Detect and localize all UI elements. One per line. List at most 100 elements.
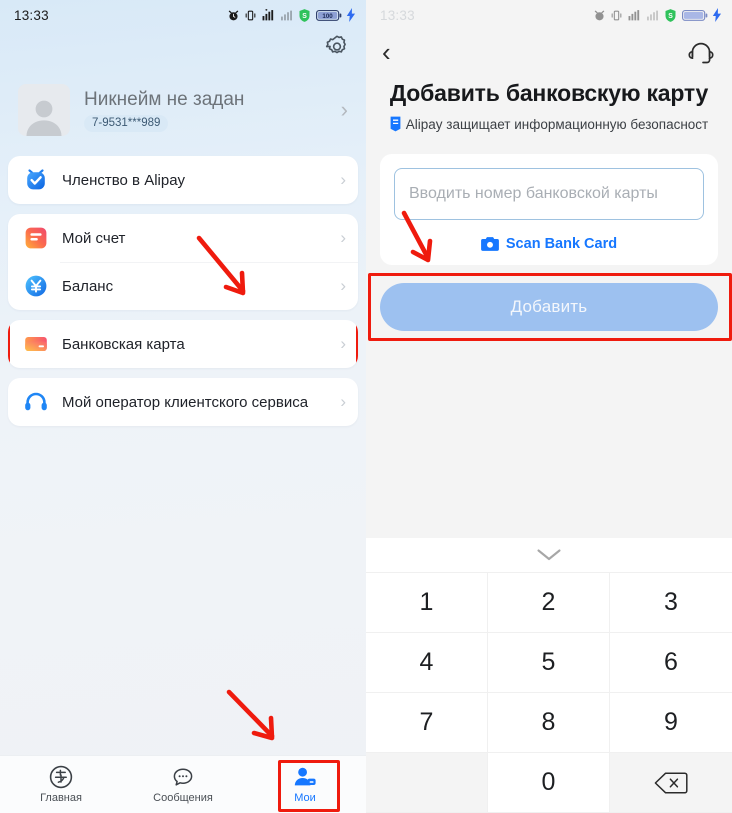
key-4[interactable]: 4 [366, 633, 488, 693]
keypad-collapse-button[interactable] [366, 538, 732, 573]
headset-support-icon [22, 388, 50, 416]
tab-messages[interactable]: Сообщения [122, 756, 244, 813]
left-screen-profile: 13:33 S 100 Никнейм не задан 7-9531***98… [0, 0, 366, 813]
dual-screenshot-container: 13:33 S 100 Никнейм не задан 7-9531***98… [0, 0, 732, 813]
tab-messages-label: Сообщения [153, 792, 213, 804]
submit-area: Добавить [368, 273, 732, 341]
alipay-membership-icon [22, 166, 50, 194]
chevron-right-icon: › [340, 276, 346, 295]
page-title: Добавить банковскую карту [389, 80, 709, 106]
chevron-right-icon: › [340, 228, 346, 247]
profile-nickname: Никнейм не задан [84, 89, 245, 111]
header-actions [0, 30, 366, 72]
alarm-clock-icon [227, 9, 240, 22]
backspace-icon [654, 771, 688, 795]
key-backspace[interactable] [610, 753, 732, 813]
chevron-down-icon [536, 548, 562, 562]
nav-bar: ‹ [366, 30, 732, 74]
sidebar-item-label: Мой оператор клиентского сервиса [62, 393, 309, 411]
bank-card-icon [22, 330, 50, 358]
svg-text:S: S [668, 13, 673, 20]
sidebar-item-label: Мой счет [62, 229, 126, 247]
key-9[interactable]: 9 [610, 693, 732, 753]
sidebar-item-support-operator[interactable]: Мой оператор клиентского сервиса › [8, 378, 358, 426]
add-button[interactable]: Добавить [380, 283, 718, 331]
key-2[interactable]: 2 [488, 573, 610, 633]
profile-header[interactable]: Никнейм не задан 7-9531***989 › [0, 72, 366, 144]
charging-bolt-icon [346, 8, 356, 22]
sidebar-item-label: Банковская карта [62, 335, 185, 353]
security-notice: Alipay защищает информационную безопасно… [366, 116, 732, 132]
messages-bubble-icon [171, 765, 195, 789]
profile-person-icon [293, 765, 317, 789]
camera-icon [480, 236, 499, 252]
card-number-input[interactable] [394, 168, 704, 220]
battery-icon [682, 9, 708, 22]
my-account-icon [22, 224, 50, 252]
vibrate-icon [244, 9, 257, 22]
sidebar-item-my-account[interactable]: Мой счет › [8, 214, 358, 262]
menu-group-membership: Членство в Alipay › [8, 156, 358, 204]
profile-text: Никнейм не задан 7-9531***989 [84, 88, 341, 132]
status-bar-clock: 13:33 [14, 7, 49, 23]
profile-phone-badge: 7-9531***989 [84, 115, 169, 132]
status-bar-left: 13:33 S 100 [0, 0, 366, 30]
status-bar-icons: S [593, 8, 722, 23]
key-0[interactable]: 0 [488, 753, 610, 813]
sidebar-item-label: Членство в Alipay [62, 171, 186, 189]
menu-group-bank-card: Банковская карта › [8, 320, 358, 368]
sidebar-item-membership[interactable]: Членство в Alipay › [8, 156, 358, 204]
bottom-tab-bar: Главная Сообщения Мои [0, 755, 366, 813]
key-3[interactable]: 3 [610, 573, 732, 633]
alarm-clock-icon [593, 9, 606, 22]
security-shield-icon: S [663, 8, 678, 23]
tab-home-label: Главная [40, 792, 82, 804]
key-7[interactable]: 7 [366, 693, 488, 753]
numeric-keypad: 1 2 3 4 5 6 7 8 9 0 [366, 538, 732, 813]
vibrate-icon [610, 9, 623, 22]
back-arrow-icon[interactable]: ‹ [382, 39, 391, 65]
alipay-logo-icon [49, 765, 73, 789]
battery-icon: 100 [316, 9, 342, 22]
signal-bars-icon [627, 9, 642, 22]
card-entry-form: Scan Bank Card [380, 154, 718, 265]
charging-bolt-icon [712, 8, 722, 22]
status-bar-clock: 13:33 [380, 7, 415, 23]
profile-chevron-icon: › [340, 97, 348, 122]
balance-yuan-icon [22, 272, 50, 300]
chevron-right-icon: › [340, 170, 346, 189]
right-screen-add-card: 13:33 S ‹ Добавить банковскую карту Alip… [366, 0, 732, 813]
headset-icon[interactable] [686, 37, 716, 67]
signal-bars-icon [261, 8, 276, 22]
security-notice-text: Alipay защищает информационную безопасно… [405, 116, 709, 132]
sidebar-item-balance[interactable]: Баланс › [8, 262, 358, 310]
gear-icon[interactable] [324, 34, 350, 60]
svg-text:100: 100 [322, 13, 333, 20]
scan-bank-card-button[interactable]: Scan Bank Card [394, 233, 704, 255]
chevron-right-icon: › [340, 334, 346, 353]
menu-group-support: Мой оператор клиентского сервиса › [8, 378, 358, 426]
tab-profile-label: Мои [294, 792, 316, 804]
key-8[interactable]: 8 [488, 693, 610, 753]
menu-group-account: Мой счет › Баланс › [8, 214, 358, 310]
status-bar-right: 13:33 S [366, 0, 732, 30]
avatar [18, 84, 70, 136]
key-6[interactable]: 6 [610, 633, 732, 693]
menu-list: Членство в Alipay › Мой счет › Баланс › … [0, 144, 366, 426]
key-1[interactable]: 1 [366, 573, 488, 633]
signal-bars-secondary-icon [280, 9, 293, 22]
tab-home[interactable]: Главная [0, 756, 122, 813]
tab-profile[interactable]: Мои [244, 756, 366, 813]
sidebar-item-bank-card[interactable]: Банковская карта › [8, 320, 358, 368]
scan-bank-card-label: Scan Bank Card [505, 236, 618, 252]
alipay-shield-icon [390, 116, 401, 132]
keypad-grid: 1 2 3 4 5 6 7 8 9 0 [366, 573, 732, 813]
security-shield-icon: S [297, 8, 312, 23]
signal-bars-secondary-icon [646, 9, 659, 22]
chevron-right-icon: › [340, 392, 346, 411]
status-bar-icons: S 100 [227, 8, 356, 23]
key-blank [366, 753, 488, 813]
svg-text:S: S [302, 13, 307, 20]
key-5[interactable]: 5 [488, 633, 610, 693]
arrow-to-profile-tab [226, 689, 275, 741]
